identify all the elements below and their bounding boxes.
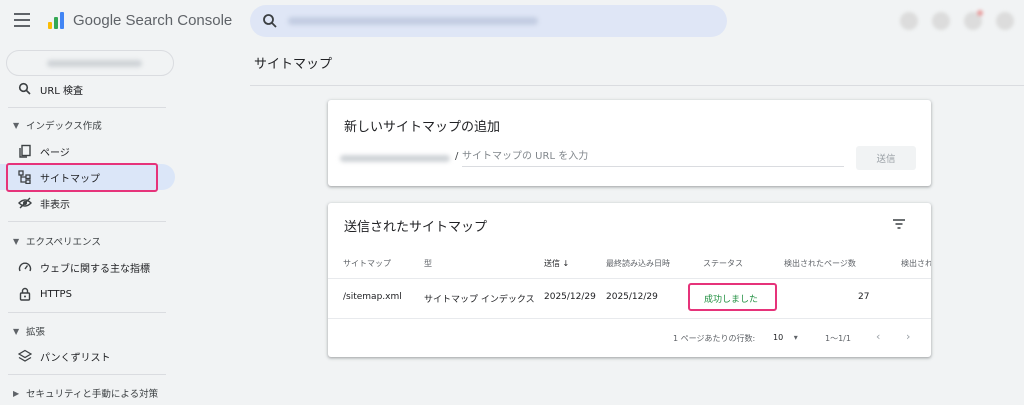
caret-down-icon: ▼ (13, 236, 20, 246)
section-security[interactable]: ▶ セキュリティと手動による対策 (0, 382, 175, 404)
sidebar-item-removals[interactable]: 非表示 (0, 190, 175, 216)
filter-icon[interactable] (892, 217, 906, 231)
section-label: セキュリティと手動による対策 (26, 389, 159, 400)
card-title: 送信されたサイトマップ (344, 220, 488, 235)
menu-icon[interactable] (14, 13, 30, 27)
lock-icon (19, 287, 31, 301)
dropdown-arrow-icon: ▾ (793, 333, 798, 342)
divider (8, 312, 166, 313)
section-enhancements[interactable]: ▼ 拡張 (0, 320, 175, 342)
sidebar-item-label: 非表示 (40, 199, 70, 211)
card-title: 新しいサイトマップの追加 (344, 120, 501, 135)
visibility-off-icon (18, 197, 32, 209)
divider (8, 221, 166, 222)
url-separator: / (455, 151, 459, 162)
share-icon[interactable] (932, 12, 950, 30)
speed-icon (18, 262, 32, 272)
divider (8, 107, 166, 108)
settings-icon[interactable] (996, 12, 1014, 30)
column-header-status[interactable]: ステータス (703, 258, 743, 269)
next-page-icon[interactable]: › (906, 330, 910, 343)
divider (250, 85, 1024, 86)
sidebar-item-label: HTTPS (40, 288, 72, 300)
search-icon (263, 14, 277, 28)
help-icon[interactable] (900, 12, 918, 30)
rows-per-page-select[interactable]: 10 ▾ (773, 333, 798, 342)
caret-down-icon: ▼ (13, 120, 20, 130)
sidebar: URL 検査 ▼ インデックス作成 ページ サイトマップ 非表示 ▼ エクスペリ… (0, 42, 180, 405)
arrow-down-icon: ↓ (562, 259, 570, 268)
url-inspect-search-bar[interactable] (250, 5, 727, 37)
sidebar-item-label: ウェブに関する主な指標 (40, 263, 150, 275)
notifications-icon[interactable] (964, 10, 983, 30)
sidebar-item-url-inspection[interactable]: URL 検査 (0, 76, 175, 102)
section-label: エクスペリエンス (26, 237, 101, 248)
rows-per-page-label: 1 ページあたりの行数: (673, 334, 756, 343)
section-label: インデックス作成 (26, 121, 102, 132)
page-title: サイトマップ (254, 57, 333, 72)
section-index[interactable]: ▼ インデックス作成 (0, 114, 175, 136)
submit-button[interactable]: 送信 (856, 146, 916, 170)
site-url-prefix (340, 155, 450, 162)
column-header-sitemap[interactable]: サイトマップ (343, 258, 391, 269)
sidebar-item-pages[interactable]: ページ (0, 138, 175, 164)
search-console-logo-icon (48, 12, 64, 29)
column-header-submitted[interactable]: 送信 ↓ (544, 258, 569, 269)
column-header-last-read[interactable]: 最終読み込み日時 (606, 258, 670, 269)
search-input[interactable] (288, 17, 538, 25)
property-selector[interactable] (6, 50, 174, 76)
sidebar-item-label: パンくずリスト (40, 352, 111, 364)
sidebar-item-https[interactable]: HTTPS (0, 281, 175, 307)
column-header-type[interactable]: 型 (424, 258, 432, 269)
add-sitemap-card: 新しいサイトマップの追加 / 送信 (328, 100, 931, 186)
row-divider (328, 278, 931, 279)
prev-page-icon[interactable]: ‹ (876, 330, 880, 343)
status-highlight-box (688, 283, 777, 311)
cell-discovered-pages: 27 (858, 292, 870, 302)
cell-submitted: 2025/12/29 (544, 292, 596, 302)
top-bar: Google Search Console (0, 0, 1024, 42)
search-icon (18, 82, 31, 95)
sidebar-item-breadcrumbs[interactable]: パンくずリスト (0, 343, 175, 369)
sidebar-item-label: URL 検査 (40, 85, 84, 97)
column-header-discovered-pages[interactable]: 検出されたページ数 (784, 258, 856, 269)
caret-down-icon: ▼ (13, 326, 20, 336)
pagination-range: 1～1/1 (825, 334, 851, 343)
divider (8, 374, 166, 375)
pages-icon (19, 144, 31, 158)
layers-icon (18, 349, 32, 362)
rows-per-page-value: 10 (773, 333, 784, 342)
cell-type: サイトマップ インデックス (424, 295, 535, 305)
cell-sitemap[interactable]: /sitemap.xml (343, 292, 402, 302)
column-header-discovered-videos[interactable]: 検出され (901, 258, 931, 269)
sidebar-item-label: ページ (40, 147, 70, 159)
column-header-label: 送信 (544, 259, 560, 268)
cell-last-read: 2025/12/29 (606, 292, 658, 302)
row-divider (328, 318, 931, 319)
submitted-sitemaps-card: 送信されたサイトマップ サイトマップ 型 送信 ↓ 最終読み込み日時 ステータス… (328, 203, 931, 357)
section-label: 拡張 (26, 327, 46, 338)
section-experience[interactable]: ▼ エクスペリエンス (0, 230, 175, 252)
caret-right-icon: ▶ (13, 388, 20, 398)
sitemap-url-input[interactable] (462, 147, 844, 167)
app-title: Google Search Console (73, 12, 233, 29)
sidebar-item-core-web-vitals[interactable]: ウェブに関する主な指標 (0, 254, 175, 280)
header-actions (900, 10, 1014, 30)
sitemaps-highlight-box (6, 163, 158, 192)
